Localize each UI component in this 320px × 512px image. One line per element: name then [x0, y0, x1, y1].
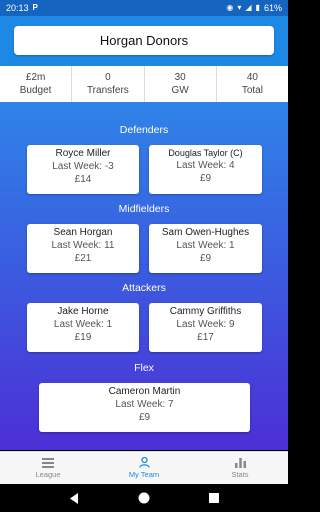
- team-name: Horgan Donors: [99, 33, 189, 48]
- battery-icon: ▮: [255, 3, 260, 12]
- nav-my-team[interactable]: My Team: [96, 452, 192, 484]
- stat-gw: 30 GW: [143, 66, 216, 102]
- stat-gw-value: 30: [174, 72, 186, 83]
- player-card-flex[interactable]: Cameron Martin Last Week: 7 £9: [39, 383, 250, 432]
- player-name: Sam Owen-Hughes: [161, 227, 250, 238]
- player-name: Jake Horne: [57, 306, 109, 317]
- section-defenders: Defenders: [119, 124, 169, 136]
- status-time: 20:13: [6, 3, 29, 13]
- player-last-week: Last Week: 7: [115, 399, 174, 410]
- player-card-midfielder-1[interactable]: Sean Horgan Last Week: 11 £21: [27, 224, 139, 273]
- nav-stats[interactable]: Stats: [192, 452, 288, 484]
- nav-my-team-label: My Team: [128, 470, 160, 479]
- wifi-icon: ▾: [237, 3, 242, 12]
- parking-app-icon: P: [32, 3, 38, 12]
- section-flex: Flex: [134, 362, 154, 374]
- player-price: £19: [74, 332, 92, 343]
- player-last-week: Last Week: 1: [176, 240, 235, 251]
- nav-league[interactable]: League: [0, 452, 96, 484]
- player-card-defender-2[interactable]: Douglas Taylor (C) Last Week: 4 £9: [149, 145, 262, 194]
- battery-percent: 61%: [263, 3, 282, 13]
- player-last-week: Last Week: -3: [52, 161, 114, 172]
- player-name: Cameron Martin: [108, 386, 181, 397]
- stat-gw-label: GW: [171, 85, 189, 96]
- team-name-box[interactable]: Horgan Donors: [14, 26, 274, 55]
- stat-total-value: 40: [246, 72, 258, 83]
- player-price: £9: [138, 412, 151, 423]
- nav-stats-label: Stats: [231, 469, 249, 479]
- player-last-week: Last Week: 9: [176, 319, 235, 330]
- stat-transfers-value: 0: [105, 72, 111, 83]
- system-nav-bar: [0, 484, 288, 512]
- player-last-week: Last Week: 4: [176, 160, 235, 171]
- player-price: £14: [74, 174, 92, 185]
- section-attackers: Attackers: [122, 282, 166, 294]
- team-pitch: Defenders Royce Miller Last Week: -3 £14…: [0, 102, 288, 450]
- app-header: Horgan Donors: [0, 16, 288, 66]
- list-icon: [42, 457, 54, 468]
- home-icon[interactable]: [138, 492, 150, 504]
- player-last-week: Last Week: 1: [53, 319, 113, 330]
- player-name: Cammy Griffiths: [169, 306, 242, 317]
- player-last-week: Last Week: 11: [51, 240, 115, 251]
- section-midfielders: Midfielders: [118, 203, 170, 215]
- nav-league-label: League: [35, 469, 61, 479]
- recents-icon[interactable]: [208, 493, 219, 503]
- player-price: £9: [199, 253, 212, 264]
- bottom-nav: League My Team Stats: [0, 451, 288, 484]
- bar-chart-icon: [234, 457, 246, 468]
- signal-icon: ◢: [245, 3, 252, 12]
- player-price: £9: [199, 173, 212, 184]
- data-saver-icon: ◉: [226, 3, 234, 12]
- player-card-defender-1[interactable]: Royce Miller Last Week: -3 £14: [27, 145, 139, 194]
- player-card-midfielder-2[interactable]: Sam Owen-Hughes Last Week: 1 £9: [149, 224, 262, 273]
- status-bar: 20:13 P ◉ ▾ ◢ ▮ 61%: [0, 0, 288, 16]
- stat-budget-value: £2m: [25, 72, 46, 83]
- stat-transfers-label: Transfers: [86, 85, 129, 96]
- stat-transfers: 0 Transfers: [71, 66, 143, 102]
- stat-budget-label: Budget: [19, 85, 52, 96]
- back-icon[interactable]: [69, 492, 79, 504]
- stat-budget: £2m Budget: [0, 66, 71, 102]
- player-price: £17: [197, 332, 214, 343]
- player-name: Sean Horgan: [53, 227, 113, 238]
- stat-total: 40 Total: [215, 66, 288, 102]
- player-card-attacker-2[interactable]: Cammy Griffiths Last Week: 9 £17: [149, 303, 262, 352]
- player-price: £21: [74, 253, 92, 264]
- person-icon: [138, 457, 150, 468]
- stats-bar: £2m Budget 0 Transfers 30 GW 40 Total: [0, 66, 288, 102]
- player-card-attacker-1[interactable]: Jake Horne Last Week: 1 £19: [27, 303, 139, 352]
- player-name: Douglas Taylor (C): [168, 148, 243, 158]
- stat-total-label: Total: [241, 85, 263, 96]
- player-name: Royce Miller: [55, 148, 111, 159]
